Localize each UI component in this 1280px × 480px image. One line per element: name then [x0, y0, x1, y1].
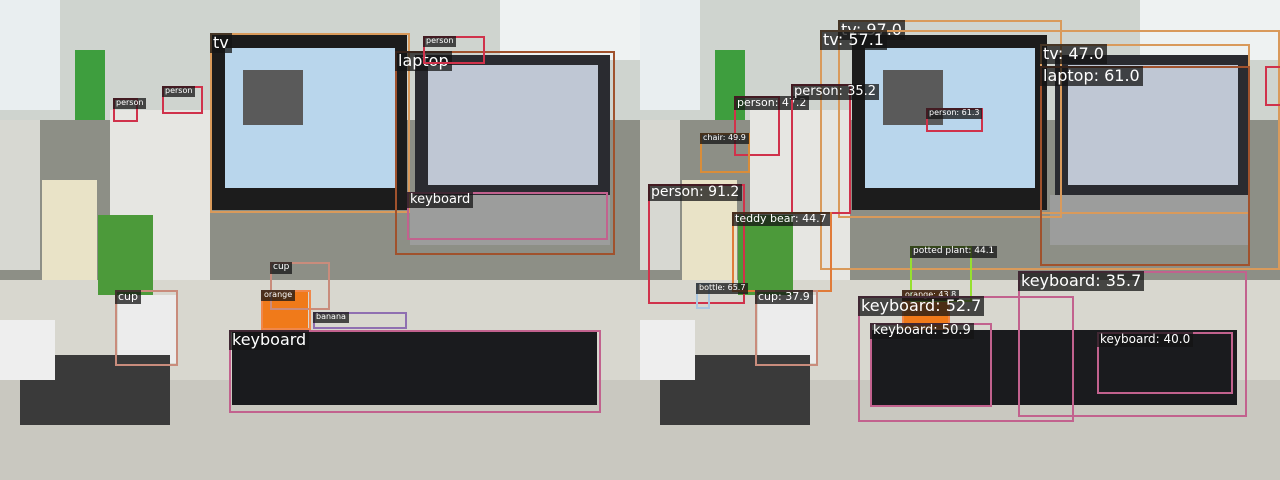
bottle-65-label: bottle: 65.7	[696, 283, 749, 294]
person-left-label: person	[113, 98, 147, 109]
person-left-box: person	[113, 98, 147, 122]
keyboard-52-label: keyboard: 52.7	[858, 296, 985, 316]
tv-label: tv	[210, 33, 232, 53]
teddy-44-box: teddy bear: 44.7	[732, 212, 832, 292]
bottle-65-box: bottle: 65.7	[696, 283, 749, 309]
keyboard-top-box: keyboard	[407, 192, 608, 240]
laptop-61-box: laptop: 61.0	[1040, 66, 1250, 266]
orange-box: orange	[261, 290, 311, 330]
cup-37-label: cup: 37.9	[755, 290, 813, 305]
cup-big-label: cup	[115, 290, 142, 305]
chair-49-label: chair: 49.9	[700, 133, 749, 144]
keyboard-35-label: keyboard: 35.7	[1018, 271, 1145, 291]
left-photo-panel: tv laptop keyboard keyboard person perso…	[0, 0, 640, 480]
person-61-box: person: 61.3	[926, 108, 983, 132]
person-mid-box: person	[162, 86, 203, 114]
keyboard-main-box: keyboard	[229, 330, 601, 413]
keyboard-main-label: keyboard	[229, 330, 310, 350]
person-edge-box	[1265, 66, 1280, 106]
person-91-label: person: 91.2	[648, 184, 743, 202]
person-35-label: person: 35.2	[791, 84, 880, 101]
keyboard-top-label: keyboard	[407, 192, 474, 209]
laptop-61-label: laptop: 61.0	[1040, 66, 1143, 86]
person-top-box: person	[423, 36, 485, 64]
cup-big-box: cup	[115, 290, 178, 366]
person-mid-label: person	[162, 86, 196, 97]
teddy-44-label: teddy bear: 44.7	[732, 212, 830, 227]
person-top-label: person	[423, 36, 457, 47]
keyboard-40-label: keyboard: 40.0	[1097, 332, 1194, 348]
cup-37-box: cup: 37.9	[755, 290, 818, 366]
tv-box: tv	[210, 33, 410, 213]
orange-label: orange	[261, 290, 296, 301]
cup-small-label: cup	[270, 262, 293, 274]
tv-57-label: tv: 57.1	[820, 30, 887, 50]
tv-47-label: tv: 47.0	[1040, 44, 1107, 64]
potted-44-label: potted plant: 44.1	[910, 246, 998, 258]
keyboard-40-box: keyboard: 40.0	[1097, 332, 1233, 394]
keyboard-50-box: keyboard: 50.9	[870, 323, 992, 407]
comparison-canvas: tv laptop keyboard keyboard person perso…	[0, 0, 1280, 480]
person-35-box: person: 35.2	[791, 84, 880, 214]
person-61-label: person: 61.3	[926, 108, 983, 119]
keyboard-50-label: keyboard: 50.9	[870, 323, 974, 340]
banana-box: banana	[313, 312, 407, 329]
banana-label: banana	[313, 312, 349, 323]
chair-49-box: chair: 49.9	[700, 133, 750, 173]
right-photo-panel: tv: 97.0 tv: 57.1 tv: 47.0 laptop: 61.0 …	[640, 0, 1280, 480]
